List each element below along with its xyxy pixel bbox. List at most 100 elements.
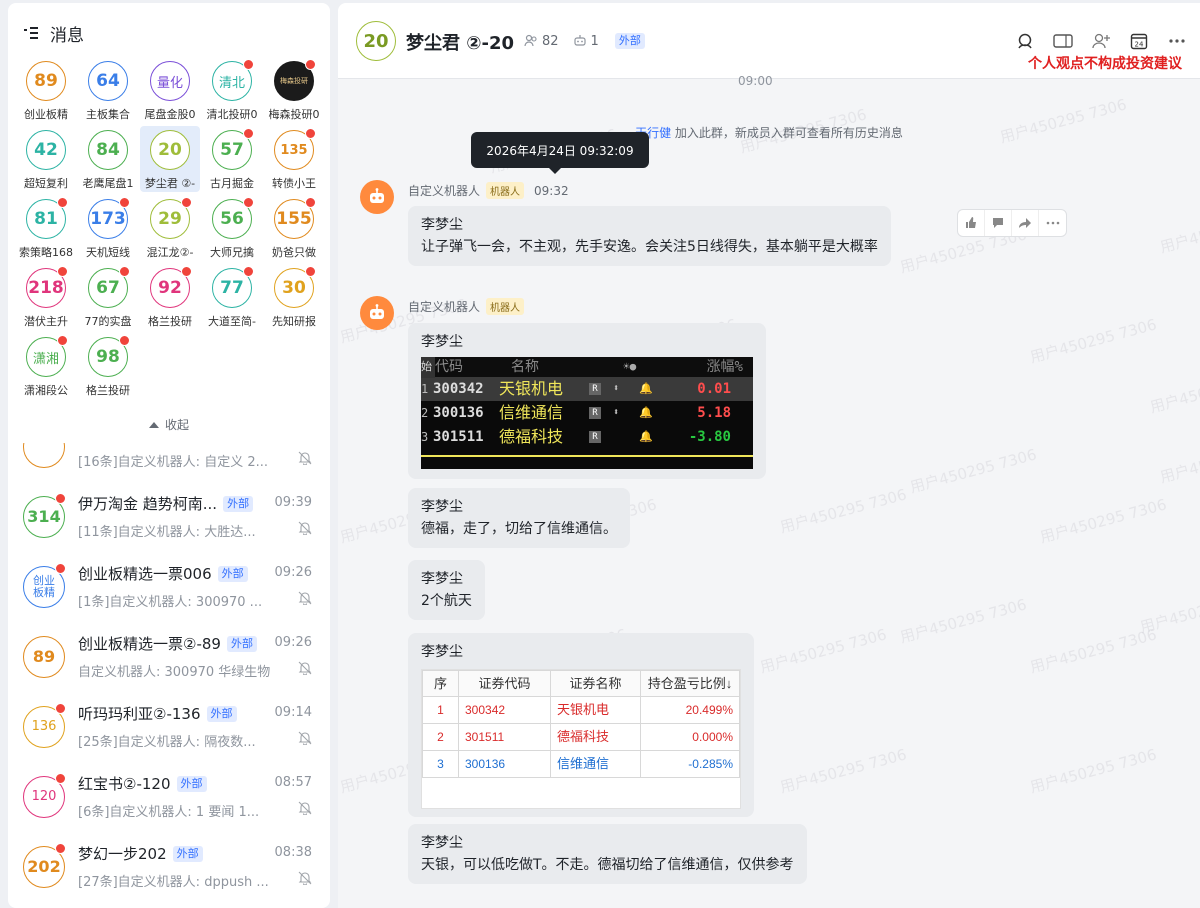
pinned-group-item[interactable]: 梅森投研 梅森投研0 [264, 57, 324, 123]
pinned-group-item[interactable]: 84 老鹰尾盘1 [78, 126, 138, 192]
group-label: 奶爸只做 [272, 246, 316, 259]
message-bubble[interactable]: 李梦尘 始 代码 名称 ☀● 涨幅% 1 300342 天银机电 R ⬍ 🔔 0.01 2 30… [408, 323, 766, 479]
pinned-group-item[interactable]: 135 转债小王 [264, 126, 324, 192]
conversation-preview: [6条]自定义机器人: 1 要闻 1... [78, 805, 260, 820]
reply-icon[interactable] [985, 210, 1012, 236]
pinned-group-item[interactable]: 77 大道至简- [202, 264, 262, 330]
conversation-time: 09:26 [274, 635, 312, 650]
watermark-text: 用户450295 7306 [1148, 365, 1200, 417]
external-tag: 外部 [217, 565, 248, 582]
stock-row: 2 300136 信维通信 R ⬍ 🔔 5.18 [421, 401, 753, 425]
pinned-group-item[interactable]: 89 创业板精 [16, 57, 76, 123]
watermark-text: 用户450295 7306 [778, 485, 909, 537]
group-label: 尾盘金股0 [144, 108, 196, 121]
conversation-item[interactable]: 120 红宝书②-120 外部 08:57 [6条]自定义机器人: 1 要闻 1... [8, 763, 330, 833]
group-avatar: 量化 [150, 61, 190, 101]
message-bubble[interactable]: 李梦尘 序 证券代码 证券名称 持仓盈亏比例↓ 1 300342 天银机电 20.49… [408, 633, 754, 817]
video-call-icon[interactable] [1050, 29, 1076, 53]
sidebar-header: 消息 [24, 21, 84, 46]
member-count[interactable]: 82 [542, 34, 559, 49]
bot-icon[interactable] [573, 34, 587, 48]
add-member-icon[interactable] [1088, 29, 1114, 53]
group-label: 潇湘段公 [24, 384, 68, 397]
pinned-group-item[interactable]: 67 77的实盘 [78, 264, 138, 330]
stock-rows: 1 300342 天银机电 R ⬍ 🔔 0.01 2 300136 信维通信 R ⬍ 🔔 5.18 3 301… [421, 377, 753, 449]
unread-dot [119, 335, 130, 346]
conversation-item[interactable]: 136 听玛玛利亚②-136 外部 09:14 [25条]自定义机器人: 隔夜数... [8, 693, 330, 763]
pinned-group-item[interactable]: 218 潜伏主升 [16, 264, 76, 330]
pinned-group-item[interactable]: 81 索策略168 [16, 195, 76, 261]
watermark-text: 用户450295 7306 [908, 445, 1039, 497]
pinned-group-item[interactable]: 155 奶爸只做 [264, 195, 324, 261]
watermark-text: 用户450295 7306 [778, 745, 909, 797]
message-bubble[interactable]: 李梦尘 让子弹飞一会，不主观，先手安逸。会关注5日线得失，基本躺平是大概率 [408, 206, 891, 266]
conversation-name: 创业板精选一票②-89 外部 [78, 633, 257, 654]
updown-icon: ⬍ [612, 383, 620, 394]
chat-panel: 20 梦尘君 ②-20 82 1 外部 24 个人观点不构成投资建议 用户450… [338, 3, 1200, 908]
unread-dot [243, 197, 254, 208]
unread-dot [119, 197, 130, 208]
pinned-group-item[interactable]: 56 大师兄擒 [202, 195, 262, 261]
sender-name[interactable]: 自定义机器人 [408, 298, 480, 315]
external-tag: 外部 [206, 705, 237, 722]
stock-code: 300342 [433, 381, 484, 397]
pinned-group-item[interactable]: 29 混江龙②- [140, 195, 200, 261]
group-label: 索策略168 [19, 246, 73, 259]
search-icon[interactable] [1012, 29, 1038, 53]
unread-dot [243, 266, 254, 277]
conversation-list: [16条]自定义机器人: 自定义 2... 314 伊万淘金 趋势柯南... 外部 09… [8, 443, 330, 908]
group-label: 梦尘君 ②- [144, 177, 196, 190]
bot-avatar[interactable] [360, 296, 394, 330]
holding-name: 天银机电 [550, 696, 641, 724]
more-icon[interactable] [1164, 29, 1190, 53]
pinned-group-item[interactable]: 173 天机短线 [78, 195, 138, 261]
pinned-group-item[interactable]: 30 先知研报 [264, 264, 324, 330]
message-text: 2个航天 [421, 593, 472, 609]
conversation-preview: [25条]自定义机器人: 隔夜数... [78, 735, 256, 750]
message-bubble[interactable]: 李梦尘 天银，可以低吃做T。不走。德福切给了信维通信，仅供参考 [408, 824, 807, 884]
group-label: 混江龙②- [146, 246, 194, 259]
pinned-group-item[interactable]: 64 主板集合 [78, 57, 138, 123]
stock-index: 2 [421, 406, 429, 420]
robot-tag: 机器人 [486, 182, 525, 199]
message-text: 天银，可以低吃做T。不走。德福切给了信维通信，仅供参考 [421, 857, 794, 873]
pinned-group-item[interactable]: 42 超短复利 [16, 126, 76, 192]
message-bubble[interactable]: 李梦尘 2个航天 [408, 560, 485, 620]
sender-name[interactable]: 自定义机器人 [408, 182, 480, 199]
conversation-item[interactable]: 202 梦幻一步202 外部 08:38 [27条]自定义机器人: dppush ... [8, 833, 330, 903]
conversation-name: 伊万淘金 趋势柯南... 外部 [78, 493, 254, 514]
unread-dot [55, 773, 66, 784]
unread-dot [305, 266, 316, 277]
menu-icon[interactable] [24, 26, 38, 40]
stock-change: 5.18 [697, 405, 731, 421]
pinned-group-item[interactable]: 清北 清北投研0 [202, 57, 262, 123]
stock-row: 1 300342 天银机电 R ⬍ 🔔 0.01 [421, 377, 753, 401]
pinned-group-item[interactable]: 57 古月掘金 [202, 126, 262, 192]
more-actions-icon[interactable] [1039, 210, 1066, 236]
conversation-item[interactable]: 314 伊万淘金 趋势柯南... 外部 09:39 [11条]自定义机器人: 大胜达..… [8, 483, 330, 553]
pinned-group-item[interactable]: 潇湘 潇湘段公 [16, 333, 76, 399]
conversation-item[interactable]: 创业板精 创业板精选一票006 外部 09:26 [1条]自定义机器人: 300970 … [8, 553, 330, 623]
conversation-item[interactable]: [16条]自定义机器人: 自定义 2... [8, 443, 330, 483]
watermark-text: 用户450295 7306 [898, 595, 1029, 647]
stock-change: 0.01 [697, 381, 731, 397]
collapse-button[interactable]: 收起 [8, 416, 330, 433]
calendar-icon[interactable]: 24 [1126, 29, 1152, 53]
conversation-name: 红宝书②-120 外部 [78, 773, 207, 794]
members-icon[interactable] [524, 34, 538, 48]
pinned-group-item[interactable]: 20 梦尘君 ②- [140, 126, 200, 192]
bot-count[interactable]: 1 [591, 34, 599, 49]
pinned-group-item[interactable]: 量化尾盘金股0 [140, 57, 200, 123]
bot-avatar[interactable] [360, 180, 394, 214]
conversation-item[interactable]: 89 创业板精选一票②-89 外部 09:26 自定义机器人: 300970 华绿生物 [8, 623, 330, 693]
pinned-group-item[interactable]: 92 格兰投研 [140, 264, 200, 330]
message-bubble[interactable]: 李梦尘 德福，走了，切给了信维通信。 [408, 488, 630, 548]
thumbs-up-icon[interactable] [958, 210, 985, 236]
holding-ratio: 0.000% [640, 723, 740, 751]
conversation-time: 08:38 [274, 845, 312, 860]
forward-icon[interactable] [1012, 210, 1039, 236]
stock-quote-image[interactable]: 始 代码 名称 ☀● 涨幅% 1 300342 天银机电 R ⬍ 🔔 0.01 2 300136… [421, 357, 753, 469]
group-avatar[interactable]: 20 [356, 21, 396, 61]
holdings-table-image[interactable]: 序 证券代码 证券名称 持仓盈亏比例↓ 1 300342 天银机电 20.499% 2 3… [421, 669, 741, 809]
pinned-group-item[interactable]: 98 格兰投研 [78, 333, 138, 399]
